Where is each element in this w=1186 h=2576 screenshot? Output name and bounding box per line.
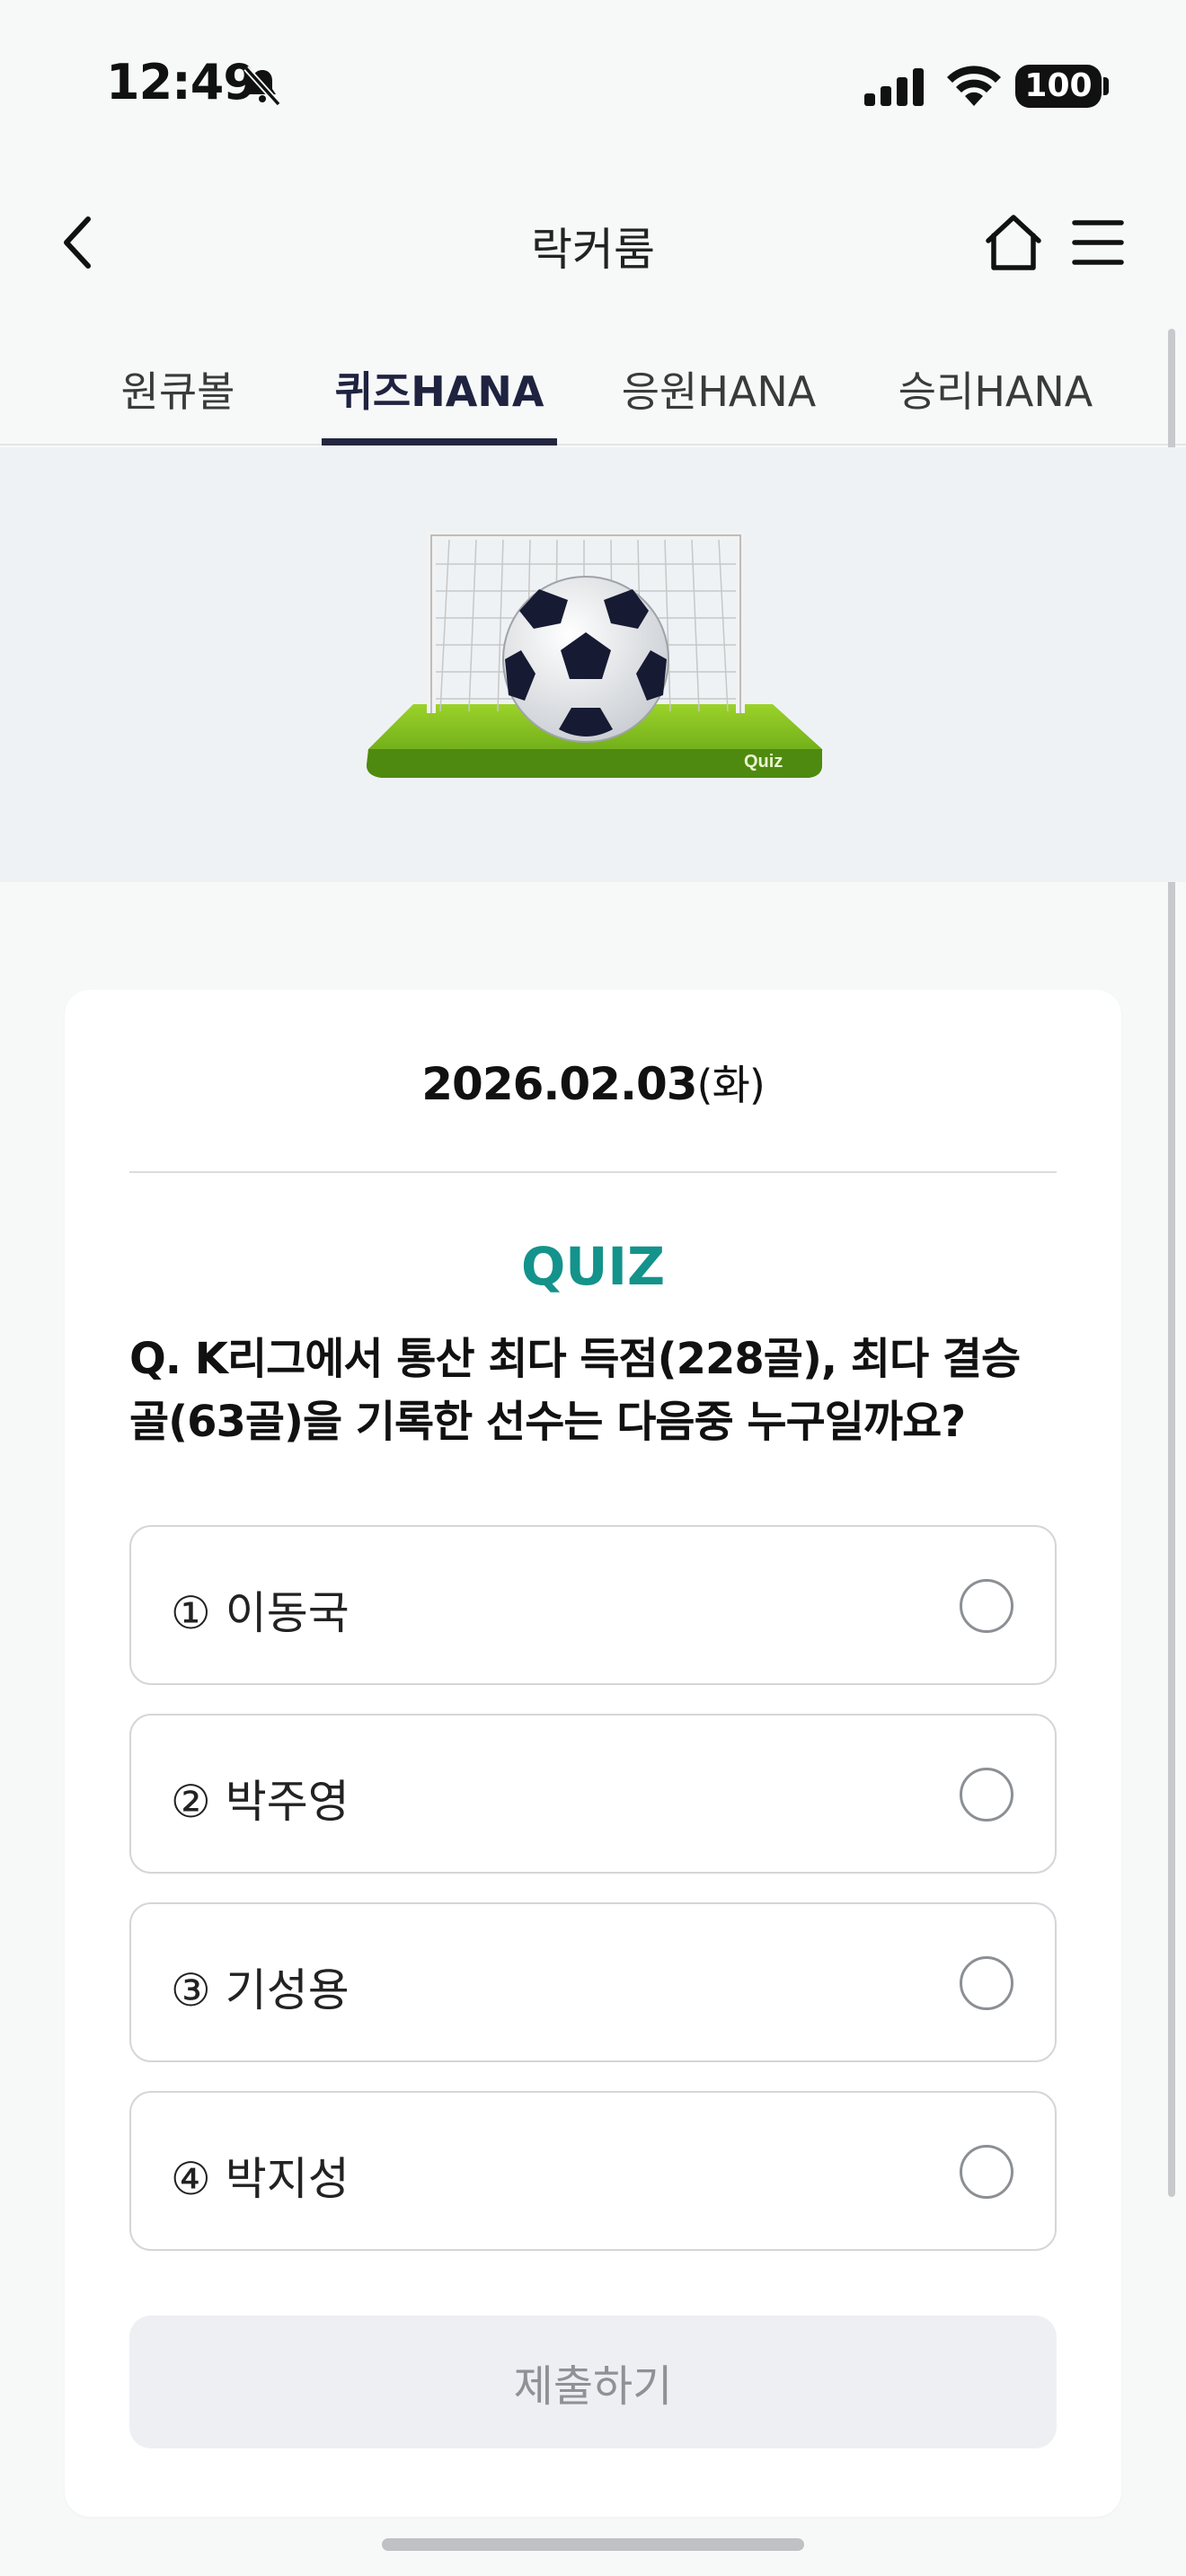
radio-button[interactable] — [960, 1956, 1013, 2010]
active-tab-indicator — [322, 438, 557, 446]
battery-level: 100 — [1024, 67, 1093, 104]
quiz-date-row: 2026.02.03(화) — [65, 1053, 1121, 1112]
answer-option-2[interactable]: ② 박주영 — [129, 1714, 1057, 1874]
option-label: ① 이동국 — [171, 1587, 350, 1639]
quiz-question: Q. K리그에서 통산 최다 득점(228골), 최다 결승 골(63골)을 기… — [129, 1328, 1064, 1453]
option-label: ③ 기성용 — [171, 1964, 350, 2016]
battery-icon: 100 — [1015, 65, 1102, 108]
tab-victory-hana[interactable]: 승리HANA — [888, 359, 1103, 446]
menu-icon[interactable] — [1071, 216, 1125, 269]
divider — [129, 1171, 1057, 1173]
quiz-day-of-week: (화) — [696, 1061, 766, 1109]
bell-slash-icon — [243, 66, 281, 107]
home-indicator — [382, 2538, 804, 2551]
option-label: ④ 박지성 — [171, 2153, 350, 2205]
tab-onecueball[interactable]: 원큐볼 — [115, 359, 241, 446]
answer-option-3[interactable]: ③ 기성용 — [129, 1902, 1057, 2062]
soccer-goal-illustration: Quiz — [367, 531, 822, 778]
quiz-label: QUIZ — [520, 1236, 666, 1297]
radio-button[interactable] — [960, 2145, 1013, 2199]
quiz-date: 2026.02.03 — [421, 1058, 697, 1110]
question-line-1: Q. K리그에서 통산 최다 득점(228골), 최다 결승 — [129, 1334, 1021, 1384]
battery-tip — [1103, 77, 1109, 95]
quiz-banner: Quiz — [0, 447, 1186, 882]
quiz-card: 2026.02.03(화) QUIZ Q. K리그에서 통산 최다 득점(228… — [65, 990, 1121, 2517]
app-header: 락커룸 — [0, 180, 1186, 305]
option-label: ② 박주영 — [171, 1776, 350, 1828]
submit-button[interactable]: 제출하기 — [129, 2316, 1057, 2448]
tab-quiz-hana[interactable]: 퀴즈HANA — [331, 359, 548, 446]
status-time: 12:49 — [106, 54, 257, 110]
answer-option-4[interactable]: ④ 박지성 — [129, 2091, 1057, 2251]
tab-cheer-hana[interactable]: 응원HANA — [611, 359, 827, 446]
wifi-icon — [947, 66, 1001, 106]
home-icon[interactable] — [983, 212, 1044, 273]
signal-icon — [864, 68, 924, 106]
radio-button[interactable] — [960, 1768, 1013, 1822]
question-line-2: 골(63골)을 기록한 선수는 다음중 누구일까요? — [129, 1397, 966, 1447]
banner-quiz-text: Quiz — [744, 752, 783, 772]
tab-bar: 원큐볼 퀴즈HANA 응원HANA 승리HANA — [0, 341, 1186, 446]
radio-button[interactable] — [960, 1579, 1013, 1633]
answer-option-1[interactable]: ① 이동국 — [129, 1525, 1057, 1685]
status-bar: 12:49 100 — [0, 0, 1186, 171]
